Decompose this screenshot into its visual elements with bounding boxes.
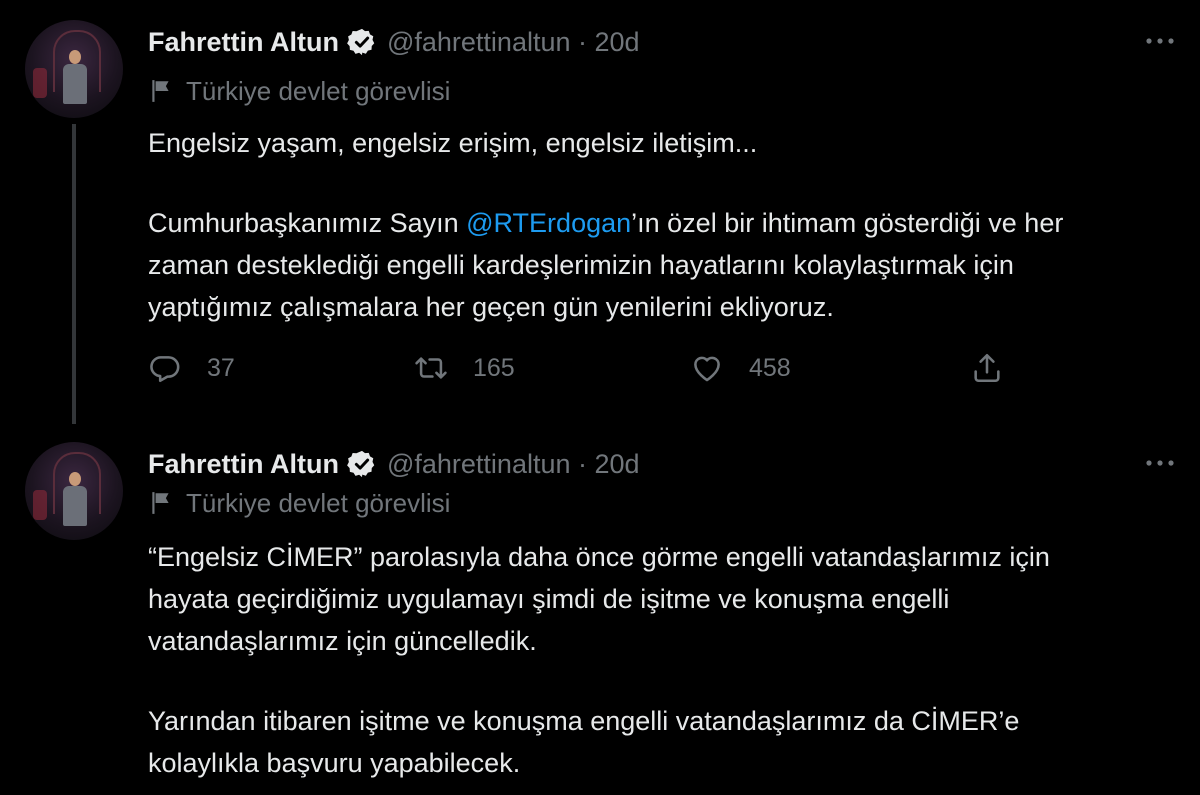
text-line: Engelsiz yaşam, engelsiz erişim, engelsi… — [148, 128, 758, 158]
mention-link[interactable]: @RTErdogan — [466, 208, 631, 238]
avatar-person-body — [63, 486, 87, 526]
government-label: Türkiye devlet görevlisi — [148, 485, 450, 521]
tweet-text: “Engelsiz CİMER” parolasıyla daha önce g… — [148, 536, 1168, 784]
label-text: Türkiye devlet görevlisi — [186, 487, 451, 518]
thread-line — [72, 124, 76, 424]
text-line: yaptığımız çalışmalara her geçen gün yen… — [148, 292, 834, 322]
text-line: kolaylıkla başvuru yapabilecek. — [148, 748, 521, 778]
tweet-header: Fahrettin Altun @fahrettinaltun · 20d — [148, 22, 640, 62]
verified-badge-icon — [347, 450, 375, 478]
verified-badge-icon — [347, 28, 375, 56]
reply-button[interactable]: 37 — [148, 346, 235, 390]
retweet-count: 165 — [473, 353, 515, 382]
avatar-person-body — [63, 64, 87, 104]
retweet-icon — [415, 357, 447, 379]
text-line: Yarından itibaren işitme ve konuşma enge… — [148, 706, 1020, 736]
avatar-person-head — [69, 472, 81, 486]
text-line: zaman desteklediği engelli kardeşlerimiz… — [148, 250, 1014, 280]
text-line: hayata geçirdiğimiz uygulamayı şimdi de … — [148, 584, 950, 614]
tweet[interactable]: Fahrettin Altun @fahrettinaltun · 20d Tü… — [0, 430, 1200, 795]
avatar-glow — [33, 490, 47, 520]
text-line: Cumhurbaşkanımız Sayın @RTErdogan’ın öze… — [148, 202, 1168, 244]
text-fragment: ’ın özel bir ihtimam gösterdiği ve her — [631, 208, 1064, 238]
avatar[interactable] — [25, 442, 123, 540]
text-fragment: Cumhurbaşkanımız Sayın — [148, 208, 467, 238]
retweet-button[interactable]: 165 — [414, 346, 515, 390]
reply-icon — [150, 356, 180, 383]
tweet-actions: 37 165 458 — [148, 346, 1028, 390]
like-button[interactable]: 458 — [690, 346, 791, 390]
flag-icon — [152, 492, 169, 514]
author-handle[interactable]: @fahrettinaltun · 20d — [387, 449, 640, 480]
more-icon[interactable] — [1142, 448, 1178, 478]
share-icon — [974, 353, 1000, 383]
label-text: Türkiye devlet görevlisi — [186, 75, 451, 106]
text-line: “Engelsiz CİMER” parolasıyla daha önce g… — [148, 542, 1050, 572]
like-count: 458 — [749, 353, 791, 382]
avatar[interactable] — [25, 20, 123, 118]
flag-icon — [152, 80, 169, 102]
author-name[interactable]: Fahrettin Altun — [148, 27, 339, 58]
avatar-glow — [33, 68, 47, 98]
tweet-header: Fahrettin Altun @fahrettinaltun · 20d — [148, 444, 640, 484]
author-handle[interactable]: @fahrettinaltun · 20d — [387, 27, 640, 58]
more-icon[interactable] — [1142, 26, 1178, 56]
reply-count: 37 — [207, 353, 235, 382]
tweet[interactable]: Fahrettin Altun @fahrettinaltun · 20d Tü… — [0, 0, 1200, 430]
share-button[interactable] — [970, 346, 1029, 390]
text-line: vatandaşlarımız için güncelledik. — [148, 626, 537, 656]
government-label: Türkiye devlet görevlisi — [148, 73, 450, 109]
author-name[interactable]: Fahrettin Altun — [148, 449, 339, 480]
like-icon — [694, 356, 720, 382]
avatar-person-head — [69, 50, 81, 64]
tweet-text: Engelsiz yaşam, engelsiz erişim, engelsi… — [148, 122, 1168, 328]
